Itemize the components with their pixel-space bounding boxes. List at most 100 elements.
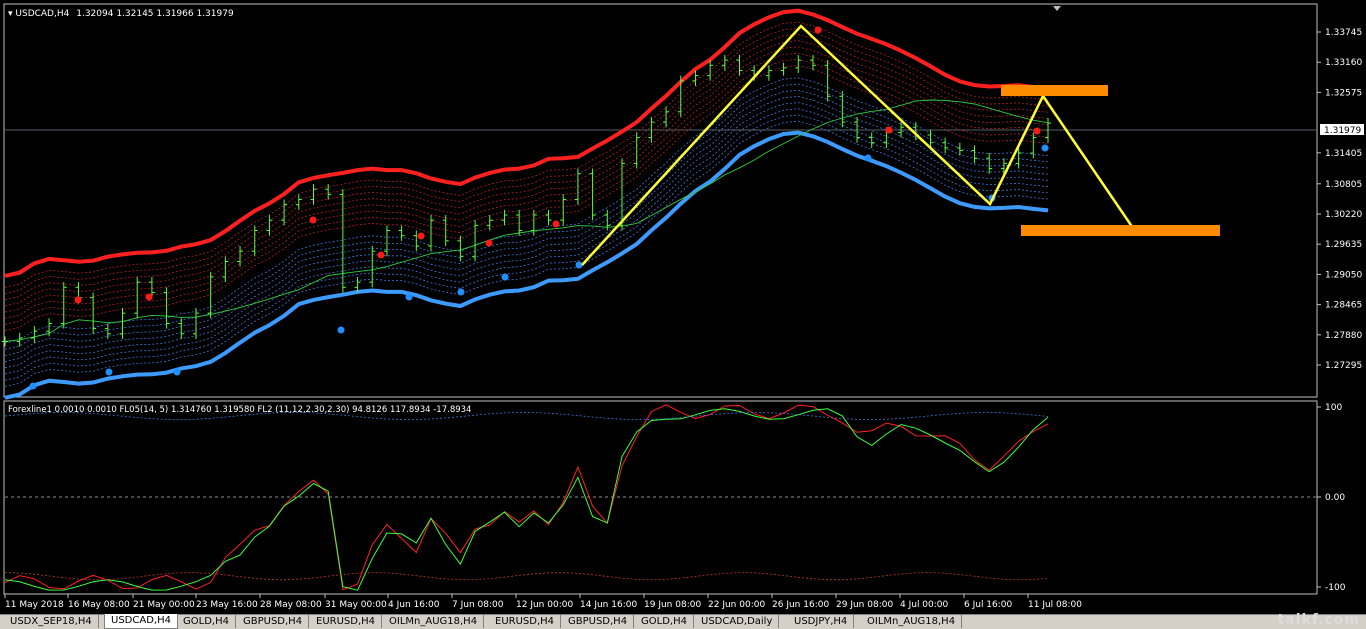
time-tick-label: 29 Jun 08:00 <box>836 600 893 610</box>
price-axis: 1.33745 1.33160 1.32575 1.31405 1.30805 1.302… <box>1317 28 1362 371</box>
buy-signal-dot <box>405 293 413 301</box>
symbol-text: USDCAD,H4 <box>15 9 69 19</box>
upper-envelope-band <box>4 58 1049 325</box>
sell-signal-dot <box>377 251 385 259</box>
price-plot <box>2 8 1317 400</box>
time-tick-label: 23 May 16:00 <box>196 600 258 610</box>
price-tick-label: 1.29635 <box>1325 240 1362 250</box>
time-tick-label: 22 Jun 00:00 <box>708 600 765 610</box>
indicator-tick-label: 0.00 <box>1325 493 1345 503</box>
price-tick-label: 1.32575 <box>1325 88 1362 98</box>
upper-envelope-band <box>4 27 1049 294</box>
buy-signal-dot <box>105 368 113 376</box>
lower-envelope-band <box>4 95 1049 362</box>
lower-envelope-band <box>4 83 1049 350</box>
collapse-arrow-icon: ▾ <box>8 9 15 19</box>
time-axis: 11 May 2018 16 May 08:00 21 May 00:00 23 Ma… <box>4 594 1082 610</box>
sell-signal-dot <box>885 126 893 134</box>
target-zone-upper <box>1001 85 1108 96</box>
chart-tab[interactable]: USDJPY,H4 <box>788 615 855 628</box>
chart-tab[interactable]: EURUSD,H4 <box>489 615 562 628</box>
sell-signal-dot <box>485 239 493 247</box>
upper-envelope-band <box>4 21 1049 288</box>
main-chart-frame <box>3 3 1318 398</box>
sell-signal-dot <box>145 293 153 301</box>
indicator-tick-label: -100 <box>1325 583 1346 593</box>
current-price-label: 1.31979 <box>1324 126 1361 136</box>
ohlc-text: 1.32094 1.32145 1.31966 1.31979 <box>76 9 234 19</box>
price-tick-label: 1.27880 <box>1325 331 1362 341</box>
upper-envelope-band <box>4 52 1049 319</box>
time-tick-label: 19 Jun 08:00 <box>644 600 701 610</box>
upper-envelope-band <box>4 64 1049 332</box>
buy-signal-dot <box>575 261 583 269</box>
shift-marker-icon[interactable] <box>1053 6 1061 11</box>
sell-signal-dot <box>814 26 822 34</box>
lower-envelope-band <box>4 77 1049 344</box>
price-tick-label: 1.31405 <box>1325 149 1362 159</box>
buy-signal-dot <box>173 368 181 376</box>
time-tick-label: 12 Jun 00:00 <box>516 600 573 610</box>
time-tick-label: 6 Jul 16:00 <box>964 600 1013 610</box>
chart-window[interactable]: ▾ USDCAD,H4 1.32094 1.32145 1.31966 1.31… <box>0 0 1366 614</box>
buy-signal-dot <box>457 288 465 296</box>
indicator-tick-label: 100 <box>1325 403 1342 413</box>
chart-tab[interactable]: USDX_SEP18,H4 <box>4 615 99 628</box>
price-tick-label: 1.33160 <box>1325 58 1362 68</box>
indicator-label: Forexline1 0.0010 0.0010 FL05(14, 5) 1.3… <box>8 405 471 415</box>
buy-signal-dot <box>337 326 345 334</box>
price-tick-label: 1.29050 <box>1325 270 1362 280</box>
moving-average-line <box>4 99 1049 342</box>
target-zone-lower <box>1021 225 1220 236</box>
time-tick-label: 21 May 00:00 <box>133 600 195 610</box>
buy-signal-dot <box>1041 144 1049 152</box>
time-tick-label: 31 May 00:00 <box>325 600 387 610</box>
lower-envelope-band <box>4 114 1049 381</box>
price-tick-label: 1.27295 <box>1325 361 1362 371</box>
sell-signal-dot <box>74 296 82 304</box>
lower-envelope-band <box>4 120 1049 387</box>
indicator-axis: 100 0.00 -100 <box>1317 403 1346 593</box>
lower-envelope-band <box>4 108 1049 375</box>
sell-signal-dot <box>552 220 560 228</box>
watermark: taikf.com <box>1277 612 1360 628</box>
time-tick-label: 26 Jun 16:00 <box>772 600 829 610</box>
time-tick-label: 7 Jun 08:00 <box>452 600 504 610</box>
lower-envelope-band <box>4 102 1049 369</box>
symbol-label: ▾ USDCAD,H4 1.32094 1.32145 1.31966 1.31… <box>8 9 234 19</box>
chart-tabs-bar: USDX_SEP18,H4 USDCAD,H4 GOLD,H4 GBPUSD,H4 EU… <box>0 614 1366 629</box>
buy-signal-dot <box>864 154 872 162</box>
price-tick-label: 1.30220 <box>1325 210 1362 220</box>
buy-signal-dot <box>501 273 509 281</box>
price-tick-label: 1.30805 <box>1325 180 1362 190</box>
price-tick-label: 1.28465 <box>1325 301 1362 311</box>
chart-tab[interactable]: GOLD,H4 <box>635 615 694 628</box>
sell-signal-dot <box>1033 127 1041 135</box>
chart-tab[interactable]: USDCAD,H4 <box>104 614 178 629</box>
upper-envelope-band <box>4 46 1049 313</box>
sell-signal-dot <box>417 232 425 240</box>
buy-signal-dot <box>29 382 37 390</box>
chart-tab[interactable]: EURUSD,H4 <box>310 615 383 628</box>
chart-tab[interactable]: OILMn_AUG18,H4 <box>861 615 963 628</box>
time-tick-label: 16 May 08:00 <box>68 600 130 610</box>
chart-tab[interactable]: GOLD,H4 <box>177 615 236 628</box>
lower-envelope-main <box>4 130 1049 400</box>
upper-envelope-main <box>4 8 1049 278</box>
chart-tab[interactable]: OILMn_AUG18,H4 <box>383 615 485 628</box>
chart-canvas[interactable]: ▾ USDCAD,H4 1.32094 1.32145 1.31966 1.31… <box>0 0 1366 614</box>
chart-tab[interactable]: GBPUSD,H4 <box>562 615 635 628</box>
indicator-lower-bound <box>4 572 1049 581</box>
time-tick-label: 11 Jul 08:00 <box>1028 600 1082 610</box>
indicator-frame <box>3 400 1318 595</box>
time-tick-label: 4 Jul 00:00 <box>900 600 949 610</box>
indicator-green-line <box>4 408 1049 591</box>
time-tick-label: 14 Jun 16:00 <box>580 600 637 610</box>
time-tick-label: 28 May 08:00 <box>260 600 322 610</box>
chart-tab[interactable]: USDCAD,Daily <box>695 615 780 628</box>
time-tick-label: 4 Jun 16:00 <box>388 600 440 610</box>
price-tick-label: 1.33745 <box>1325 28 1362 38</box>
chart-tab[interactable]: GBPUSD,H4 <box>237 615 310 628</box>
indicator-plot <box>4 404 1317 591</box>
upper-envelope-band <box>4 40 1049 307</box>
